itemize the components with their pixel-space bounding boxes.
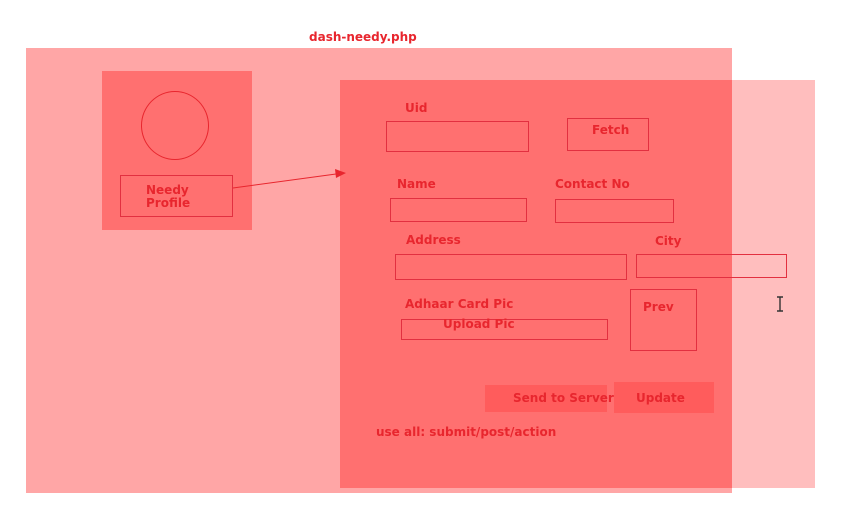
adhaar-label: Adhaar Card Pic: [405, 297, 514, 311]
city-label: City: [655, 234, 682, 248]
send-to-server-label: Send to Server: [513, 391, 614, 405]
fetch-label: Fetch: [592, 123, 630, 137]
uid-label: Uid: [405, 101, 428, 115]
name-input[interactable]: [390, 198, 527, 222]
image-preview: [630, 289, 697, 351]
action-note: use all: submit/post/action: [376, 425, 557, 439]
city-input[interactable]: [636, 254, 787, 278]
text-cursor-icon: [777, 296, 783, 312]
contact-label: Contact No: [555, 177, 630, 191]
contact-input[interactable]: [555, 199, 674, 223]
page-title: dash-needy.php: [309, 30, 417, 44]
upload-pic-label: Upload Pic: [443, 317, 515, 331]
needy-profile-label-line2: Profile: [146, 196, 191, 210]
name-label: Name: [397, 177, 436, 191]
update-label: Update: [636, 391, 685, 405]
preview-label: Prev: [643, 300, 674, 314]
avatar: [141, 91, 209, 160]
address-label: Address: [406, 233, 461, 247]
address-input[interactable]: [395, 254, 627, 280]
uid-input[interactable]: [386, 121, 529, 152]
